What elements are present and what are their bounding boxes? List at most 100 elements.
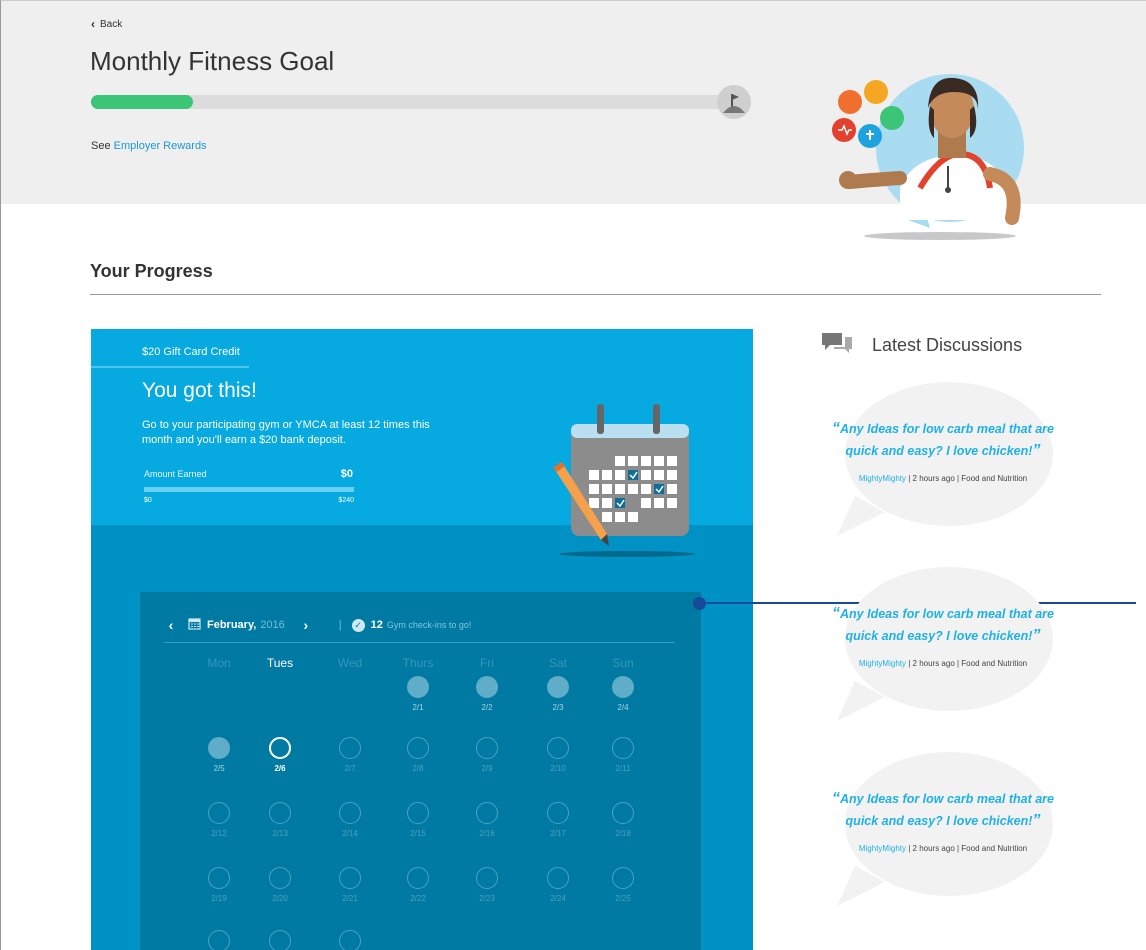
day-date-label: 2/2 xyxy=(481,703,493,712)
discussion-author-link[interactable]: MightyMighty xyxy=(859,659,906,668)
day-checkin-dot[interactable] xyxy=(269,802,291,824)
day-checkin-dot[interactable] xyxy=(407,676,429,698)
calendar-divider xyxy=(164,642,674,643)
calendar-icon xyxy=(188,617,201,633)
day-checkin-dot[interactable] xyxy=(476,676,498,698)
card-heading: You got this! xyxy=(142,379,257,402)
day-checkin-dot[interactable] xyxy=(208,930,230,950)
header-separator: | xyxy=(338,619,342,631)
checkin-count: 12 xyxy=(370,619,383,631)
day-checkin-dot[interactable] xyxy=(339,737,361,759)
day-date-label: 2/21 xyxy=(342,894,358,903)
day-date-label: 2/18 xyxy=(615,829,631,838)
day-checkin-dot[interactable] xyxy=(547,737,569,759)
amount-earned-label: Amount Earned xyxy=(144,469,207,479)
discussion-meta: MightyMighty | 2 hours ago | Food and Nu… xyxy=(833,844,1053,853)
amount-earned-bar xyxy=(144,487,354,492)
close-quote-mark: ” xyxy=(1032,627,1041,644)
goal-card: $20 Gift Card Credit You got this! Go to… xyxy=(91,329,753,950)
day-checkin-dot[interactable] xyxy=(476,867,498,889)
day-date-label: 2/5 xyxy=(213,764,225,773)
day-date-label: 2/24 xyxy=(550,894,566,903)
open-quote-mark: “ xyxy=(832,605,841,622)
discussion-quote: “Any Ideas for low carb meal that are qu… xyxy=(829,418,1057,462)
see-prefix: See xyxy=(91,140,111,152)
day-date-label: 2/10 xyxy=(550,764,566,773)
day-checkin-dot[interactable] xyxy=(407,867,429,889)
day-checkin-dot[interactable] xyxy=(407,737,429,759)
day-checkin-dot[interactable] xyxy=(339,802,361,824)
discussion-quote-text: Any Ideas for low carb meal that are qui… xyxy=(840,422,1054,458)
day-checkin-dot[interactable] xyxy=(208,737,230,759)
day-checkin-dot[interactable] xyxy=(339,867,361,889)
back-link[interactable]: ‹ Back xyxy=(91,17,122,31)
day-date-label: 2/6 xyxy=(274,764,286,773)
day-date-label: 2/13 xyxy=(272,829,288,838)
day-date-label: 2/15 xyxy=(410,829,426,838)
employer-rewards-link[interactable]: Employer Rewards xyxy=(114,140,207,152)
discussion-bubble[interactable]: “Any Ideas for low carb meal that are qu… xyxy=(832,380,1054,540)
prev-month-button[interactable]: ‹ xyxy=(162,617,180,633)
day-checkin-dot[interactable] xyxy=(269,737,291,759)
credit-underline xyxy=(91,366,249,368)
open-quote-mark: “ xyxy=(832,790,841,807)
discussion-author-link[interactable]: MightyMighty xyxy=(859,844,906,853)
discussion-bubble[interactable]: “Any Ideas for low carb meal that are qu… xyxy=(832,750,1054,910)
day-date-label: 2/14 xyxy=(342,829,358,838)
day-checkin-dot[interactable] xyxy=(547,867,569,889)
amount-earned-value: $0 xyxy=(340,468,353,480)
day-checkin-dot[interactable] xyxy=(339,930,361,950)
discussion-meta-text: | 2 hours ago | Food and Nutrition xyxy=(908,474,1028,483)
discussion-meta: MightyMighty | 2 hours ago | Food and Nu… xyxy=(833,659,1053,668)
day-checkin-dot[interactable] xyxy=(208,802,230,824)
day-date-label: 2/12 xyxy=(211,829,227,838)
chevron-left-icon: ‹ xyxy=(91,17,95,31)
day-date-label: 2/4 xyxy=(617,703,629,712)
day-checkin-dot[interactable] xyxy=(547,676,569,698)
discussion-quote: “Any Ideas for low carb meal that are qu… xyxy=(829,788,1057,832)
finish-flag-icon xyxy=(717,85,751,119)
back-label: Back xyxy=(100,18,123,30)
annotation-connector-dot xyxy=(693,597,706,610)
chat-bubbles-icon xyxy=(820,331,854,360)
amount-range-max: $240 xyxy=(338,497,354,504)
day-checkin-dot[interactable] xyxy=(612,737,634,759)
day-checkin-dot[interactable] xyxy=(269,867,291,889)
calendar-header: ‹ February, 2016 › | ✓ 12 Gym check-ins … xyxy=(162,615,677,635)
day-checkin-dot[interactable] xyxy=(476,737,498,759)
day-checkin-dot[interactable] xyxy=(407,802,429,824)
day-checkin-dot[interactable] xyxy=(269,930,291,950)
day-header: Tues xyxy=(266,656,294,670)
day-date-label: 2/8 xyxy=(412,764,424,773)
day-date-label: 2/3 xyxy=(552,703,564,712)
day-header: Thurs xyxy=(402,656,434,670)
day-checkin-dot[interactable] xyxy=(547,802,569,824)
section-divider xyxy=(90,294,1101,295)
close-quote-mark: ” xyxy=(1032,812,1041,829)
check-circle-icon: ✓ xyxy=(351,618,365,632)
discussions-title: Latest Discussions xyxy=(872,335,1023,355)
day-header: Wed xyxy=(337,656,363,670)
discussion-quote: “Any Ideas for low carb meal that are qu… xyxy=(829,603,1057,647)
day-date-label: 2/23 xyxy=(479,894,495,903)
day-checkin-dot[interactable] xyxy=(476,802,498,824)
next-month-button[interactable]: › xyxy=(297,617,315,633)
calendar-pencil-illustration xyxy=(549,404,699,564)
discussion-author-link[interactable]: MightyMighty xyxy=(859,474,906,483)
day-checkin-dot[interactable] xyxy=(208,867,230,889)
day-checkin-dot[interactable] xyxy=(612,676,634,698)
rewards-line: See Employer Rewards xyxy=(91,140,207,152)
discussion-bubble[interactable]: “Any Ideas for low carb meal that are qu… xyxy=(832,565,1054,725)
day-date-label: 2/20 xyxy=(272,894,288,903)
day-date-label: 2/11 xyxy=(615,764,631,773)
calendar-month: February, xyxy=(207,619,257,631)
day-checkin-dot[interactable] xyxy=(612,867,634,889)
day-date-label: 2/1 xyxy=(412,703,424,712)
goal-progress-bar xyxy=(91,95,731,109)
day-date-label: 2/22 xyxy=(410,894,426,903)
day-header: Mon xyxy=(207,656,231,670)
day-date-label: 2/9 xyxy=(481,764,493,773)
checkin-calendar: ‹ February, 2016 › | ✓ 12 Gym check-ins … xyxy=(140,592,701,950)
day-date-label: 2/19 xyxy=(211,894,227,903)
day-checkin-dot[interactable] xyxy=(612,802,634,824)
